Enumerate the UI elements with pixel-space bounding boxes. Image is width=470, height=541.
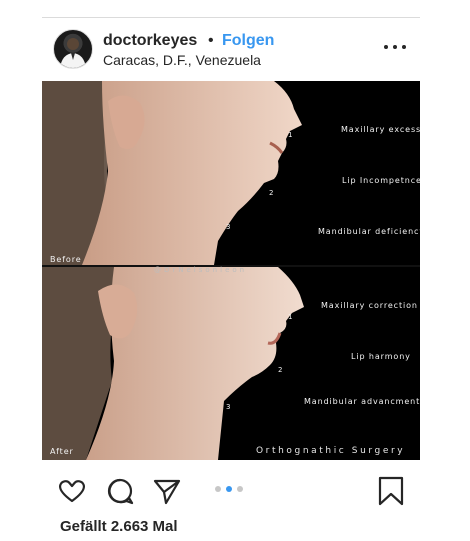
- top-divider: [42, 17, 420, 18]
- comment-icon[interactable]: [105, 476, 135, 506]
- after-label-3: Mandibular advancment: [304, 397, 420, 406]
- carousel-dot: [237, 486, 243, 492]
- carousel-dot: [215, 486, 221, 492]
- after-caption: After: [50, 447, 74, 456]
- after-marker-1: 1: [288, 313, 293, 321]
- post-image[interactable]: Before Maxillary excess Lip Incompetnce …: [42, 81, 420, 460]
- watermark: @DrNelsonleon: [154, 266, 248, 274]
- after-marker-3: 3: [226, 403, 231, 411]
- before-label-3: Mandibular deficiency: [318, 227, 420, 236]
- location-link[interactable]: Caracas, D.F., Venezuela: [103, 52, 261, 68]
- more-options-icon[interactable]: [384, 38, 406, 56]
- after-label-1: Maxillary correction: [321, 301, 418, 310]
- bookmark-icon[interactable]: [376, 476, 406, 506]
- follow-button[interactable]: Folgen: [222, 32, 274, 50]
- avatar[interactable]: [53, 29, 93, 69]
- before-label-2: Lip Incompetnce: [342, 176, 420, 185]
- carousel-indicator: [215, 486, 243, 492]
- before-label-1: Maxillary excess: [341, 125, 420, 134]
- before-caption: Before: [50, 255, 82, 264]
- before-marker-3: 3: [226, 223, 231, 231]
- image-title: Orthognathic Surgery: [256, 446, 406, 456]
- before-marker-2: 2: [269, 189, 274, 197]
- after-marker-2: 2: [278, 366, 283, 374]
- separator-dot: •: [208, 32, 214, 49]
- after-label-2: Lip harmony: [351, 352, 411, 361]
- likes-count[interactable]: Gefällt 2.663 Mal: [60, 518, 178, 535]
- heart-icon[interactable]: [57, 476, 87, 506]
- carousel-dot-active: [226, 486, 232, 492]
- before-marker-1: 1: [288, 131, 293, 139]
- username[interactable]: doctorkeyes: [103, 32, 197, 50]
- send-icon[interactable]: [152, 476, 182, 506]
